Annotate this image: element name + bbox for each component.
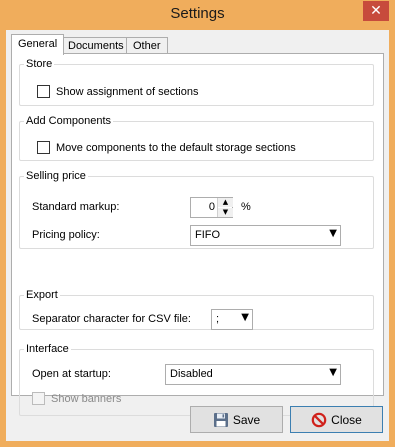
close-button-label: Close (331, 412, 362, 427)
store-group: Store Show assignment of sections (19, 58, 374, 106)
tab-documents[interactable]: Documents (61, 37, 131, 54)
open-at-startup-value: Disabled (170, 368, 213, 380)
interface-legend: Interface (26, 343, 69, 355)
open-at-startup-select[interactable]: Disabled ▼ (165, 364, 341, 385)
pricing-policy-value: FIFO (195, 229, 221, 241)
save-button-label: Save (232, 412, 261, 427)
standard-markup-label: Standard markup: (32, 201, 120, 213)
chevron-down-icon[interactable]: ▼ (329, 367, 337, 378)
add-components-legend: Add Components (26, 115, 111, 127)
no-entry-icon (311, 412, 327, 428)
open-at-startup-label: Open at startup: (32, 368, 111, 380)
chevron-down-icon[interactable]: ▼ (241, 312, 249, 323)
pricing-policy-select[interactable]: FIFO ▼ (190, 225, 341, 246)
selling-price-legend: Selling price (26, 170, 86, 182)
close-button[interactable]: Close (290, 406, 383, 433)
store-legend: Store (26, 58, 53, 70)
floppy-disk-icon (213, 412, 229, 428)
show-assignment-label: Show assignment of sections (56, 85, 199, 98)
show-banners-checkbox (32, 392, 45, 405)
settings-window: Settings ✕ General Documents Other Store… (0, 0, 395, 447)
separator-value: ; (216, 313, 220, 325)
save-button[interactable]: Save (190, 406, 283, 433)
separator-label: Separator character for CSV file: (32, 313, 191, 325)
move-components-row[interactable]: Move components to the default storage s… (37, 141, 296, 154)
markup-unit: % (241, 201, 251, 213)
spin-down-icon[interactable]: ▼ (218, 208, 233, 217)
general-tab-panel: Store Show assignment of sections Add Co… (11, 53, 384, 416)
tab-other[interactable]: Other (126, 37, 168, 54)
dialog-client: General Documents Other Store Show assig… (6, 30, 389, 441)
pricing-policy-label: Pricing policy: (32, 229, 100, 241)
selling-price-group: Selling price Standard markup: 0 ▲ ▼ % P… (19, 170, 374, 249)
add-components-group: Add Components Move components to the de… (19, 115, 374, 161)
window-title: Settings (170, 5, 225, 22)
move-components-label: Move components to the default storage s… (56, 141, 296, 154)
window-close-button[interactable]: ✕ (363, 1, 389, 21)
export-group: Export Separator character for CSV file:… (19, 289, 374, 330)
export-legend: Export (26, 289, 58, 301)
show-banners-row: Show banners (32, 392, 121, 405)
move-components-checkbox[interactable] (37, 141, 50, 154)
spin-up-icon[interactable]: ▲ (218, 198, 233, 207)
stepper-buttons: ▲ ▼ (217, 198, 233, 217)
chevron-down-icon[interactable]: ▼ (329, 228, 337, 239)
tab-general[interactable]: General (11, 34, 65, 55)
title-bar[interactable]: Settings ✕ (0, 0, 395, 30)
show-assignment-checkbox[interactable] (37, 85, 50, 98)
show-banners-label: Show banners (51, 392, 122, 405)
show-assignment-row[interactable]: Show assignment of sections (37, 85, 198, 98)
separator-select[interactable]: ; ▼ (211, 309, 253, 330)
standard-markup-value[interactable]: 0 (209, 201, 215, 213)
standard-markup-stepper[interactable]: 0 ▲ ▼ (190, 197, 233, 218)
